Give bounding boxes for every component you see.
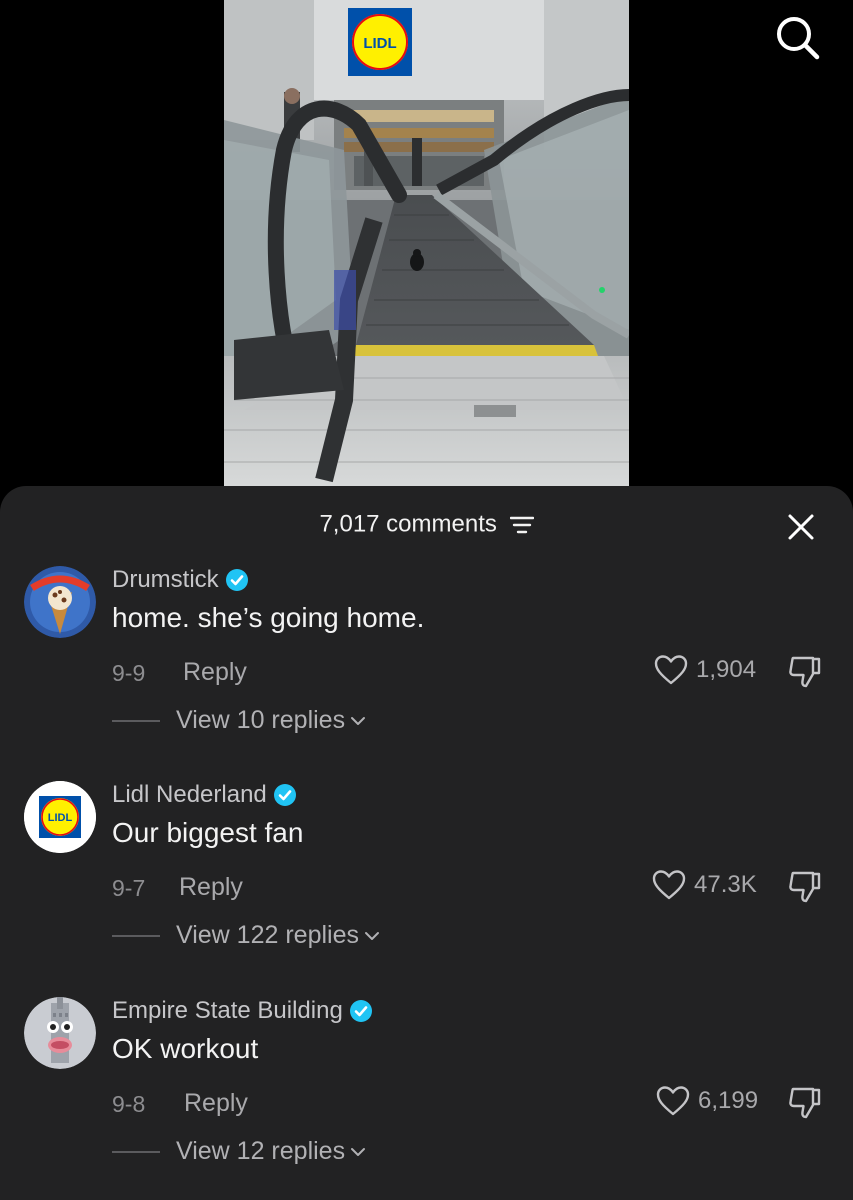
thumbs-down-icon <box>789 656 821 688</box>
view-replies-label: View 122 replies <box>176 921 359 949</box>
comment-date: 9-9 <box>112 660 146 686</box>
comments-header: 7,017 comments <box>0 486 853 566</box>
avatar[interactable] <box>24 997 96 1069</box>
avatar[interactable] <box>24 566 96 638</box>
view-replies-label: View 10 replies <box>176 706 346 734</box>
like-count: 47.3K <box>694 871 757 898</box>
thumbs-down-icon <box>789 1087 821 1119</box>
view-replies-button[interactable]: View 10 replies <box>112 706 367 735</box>
lidl-logo-icon: LIDL <box>24 781 96 853</box>
username-label: Lidl Nederland <box>112 781 267 808</box>
dislike-button[interactable] <box>787 654 823 690</box>
thumbs-down-icon <box>789 871 821 903</box>
like-button[interactable]: 47.3K <box>652 869 757 901</box>
comment-date: 9-7 <box>112 875 146 901</box>
verified-badge-icon <box>225 569 248 591</box>
video-player[interactable]: LIDL <box>0 0 853 500</box>
dislike-button[interactable] <box>787 869 823 905</box>
reply-button[interactable]: Reply <box>183 658 247 687</box>
close-icon <box>788 514 814 540</box>
comments-count[interactable]: 7,017 comments <box>0 510 853 539</box>
dislike-button[interactable] <box>787 1085 823 1121</box>
avatar[interactable]: LIDL <box>24 781 96 853</box>
verified-badge-icon <box>273 784 296 806</box>
like-count: 6,199 <box>698 1087 759 1114</box>
comment-item: LIDL Lidl Nederland Our biggest fan 9-7 … <box>0 773 853 983</box>
verified-badge-icon <box>349 1000 372 1022</box>
close-comments-button[interactable] <box>784 510 818 544</box>
heart-icon <box>652 870 686 900</box>
comment-text: OK workout <box>112 1033 259 1064</box>
chevron-down-icon <box>351 716 366 725</box>
drumstick-avatar-icon <box>24 566 96 638</box>
like-button[interactable]: 6,199 <box>656 1085 758 1117</box>
comment-item: Drumstick home. she’s going home. 9-9 Re… <box>0 558 853 768</box>
comment-item: Empire State Building OK workout 9-8 Rep… <box>0 989 853 1199</box>
search-button[interactable] <box>772 12 824 64</box>
filter-icon[interactable] <box>509 515 534 535</box>
replies-divider <box>112 1150 160 1153</box>
lidl-sign-text: LIDL <box>363 35 396 52</box>
username-label: Drumstick <box>112 566 219 593</box>
chevron-down-icon <box>364 931 379 940</box>
travelator-scene: LIDL <box>224 0 629 486</box>
like-button[interactable]: 1,904 <box>654 654 756 686</box>
comments-panel: 7,017 comments Drumstick home. she’s goi… <box>0 486 853 1200</box>
heart-icon <box>656 1086 690 1116</box>
comment-date: 9-8 <box>112 1091 146 1117</box>
comment-username[interactable]: Lidl Nederland <box>112 781 296 809</box>
view-replies-button[interactable]: View 12 replies <box>112 1137 367 1166</box>
chevron-down-icon <box>351 1147 366 1156</box>
comments-count-label: 7,017 comments <box>319 510 497 538</box>
like-count: 1,904 <box>696 656 757 683</box>
lidl-sign: LIDL <box>348 8 412 76</box>
comment-username[interactable]: Drumstick <box>112 566 248 594</box>
comment-username[interactable]: Empire State Building <box>112 997 372 1025</box>
empire-state-avatar-icon <box>24 997 96 1069</box>
view-replies-label: View 12 replies <box>176 1137 346 1165</box>
replies-divider <box>112 719 160 722</box>
reply-button[interactable]: Reply <box>179 873 243 902</box>
heart-icon <box>654 655 688 685</box>
lidl-logo-text: LIDL <box>48 812 73 824</box>
view-replies-button[interactable]: View 122 replies <box>112 921 381 950</box>
username-label: Empire State Building <box>112 997 343 1024</box>
replies-divider <box>112 934 160 937</box>
search-icon <box>777 17 820 60</box>
comment-text: home. she’s going home. <box>112 602 425 633</box>
reply-button[interactable]: Reply <box>184 1089 248 1118</box>
comment-text: Our biggest fan <box>112 817 304 848</box>
video-frame[interactable]: LIDL <box>224 0 629 486</box>
